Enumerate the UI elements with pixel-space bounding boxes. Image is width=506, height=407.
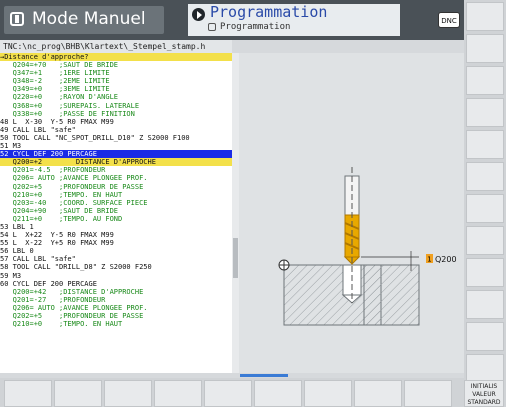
program-line[interactable]: Q368=+0 ;SUREPAIS. LATERALE	[0, 102, 232, 110]
program-line[interactable]: 60 CYCL DEF 200 PERCAGE	[0, 280, 232, 288]
program-line[interactable]: Q204=+70 ;SAUT DE BRIDE	[0, 61, 232, 69]
softkey-bottom-9[interactable]	[404, 380, 452, 407]
program-line[interactable]: Q347=+1 ;1ERE LIMITE	[0, 69, 232, 77]
program-line[interactable]: Q211=+0 ;TEMPO. AU FOND	[0, 215, 232, 223]
softkey-line-1: INITIALIS	[470, 383, 498, 390]
softkey-line-3: STANDARD	[467, 399, 501, 406]
vertical-softkey-bar	[464, 0, 506, 407]
softkey-9[interactable]	[466, 258, 504, 287]
softkey-bottom-8[interactable]	[354, 380, 402, 407]
mode-manual-button[interactable]: Mode Manuel	[4, 6, 164, 34]
play-icon	[192, 8, 205, 21]
drilling-cycle-graphic: 1 Q200	[278, 167, 457, 326]
softkey-2[interactable]	[466, 34, 504, 63]
softkey-bottom-5[interactable]	[204, 380, 252, 407]
dnc-button[interactable]: DNC	[438, 12, 460, 28]
program-line[interactable]: Q202=+5 ;PROFONDEUR DE PASSE	[0, 312, 232, 320]
program-line[interactable]: Q204=+90 ;SAUT DE BRIDE	[0, 207, 232, 215]
softkey-bottom-6[interactable]	[254, 380, 302, 407]
softkey-bottom-3[interactable]	[104, 380, 152, 407]
program-line[interactable]: Q206= AUTO ;AVANCE PLONGEE PROF.	[0, 174, 232, 182]
softkey-5[interactable]	[466, 130, 504, 159]
scrollbar[interactable]	[232, 53, 239, 373]
softkey-11[interactable]	[466, 322, 504, 351]
program-line[interactable]: Q220=+0 ;RAYON D'ANGLE	[0, 93, 232, 101]
softkey-initialize-default[interactable]: INITIALIS VALEUR STANDARD	[464, 380, 504, 407]
program-line[interactable]: 54 L X+22 Y-5 R0 FMAX M99	[0, 231, 232, 239]
horizontal-softkey-bar	[0, 378, 464, 407]
program-line[interactable]: Q200=+42 ;DISTANCE D'APPROCHE	[0, 288, 232, 296]
header-bar: Mode Manuel Programmation Programmation …	[0, 0, 464, 40]
program-line[interactable]: Q206= AUTO ;AVANCE PLONGEE PROF.	[0, 304, 232, 312]
program-line[interactable]: 53 LBL 1	[0, 223, 232, 231]
program-line[interactable]: 55 L X-22 Y+5 R0 FMAX M99	[0, 239, 232, 247]
program-subtitle: Programmation	[220, 22, 291, 32]
q200-label: Q200	[435, 255, 457, 264]
softkey-7[interactable]	[466, 194, 504, 223]
mode-label: Mode Manuel	[32, 9, 146, 29]
program-line[interactable]: Q348=-2 ;2EME LIMITE	[0, 77, 232, 85]
softkey-8[interactable]	[466, 226, 504, 255]
program-line[interactable]: Q201=-4.5 ;PROFONDEUR	[0, 166, 232, 174]
softkey-3[interactable]	[466, 66, 504, 95]
softkey-6[interactable]	[466, 162, 504, 191]
program-line[interactable]: 50 TOOL CALL "NC_SPOT_DRILL_D10" Z S2000…	[0, 134, 232, 142]
softkey-bottom-7[interactable]	[304, 380, 352, 407]
program-editor[interactable]: →Distance d'approche? Q204=+70 ;SAUT DE …	[0, 53, 232, 373]
program-line[interactable]: 56 LBL 0	[0, 247, 232, 255]
program-line[interactable]: 59 M3	[0, 272, 232, 280]
programming-mode-panel[interactable]: Programmation Programmation	[188, 3, 400, 36]
softkey-bottom-4[interactable]	[154, 380, 202, 407]
q200-badge-number: 1	[427, 256, 431, 264]
program-line[interactable]: →Distance d'approche?	[0, 53, 232, 62]
program-line[interactable]: 51 M3	[0, 142, 232, 150]
workpiece-right	[363, 264, 420, 326]
program-line[interactable]: Q203=-40 ;COORD. SURFACE PIECE	[0, 199, 232, 207]
program-line[interactable]: Q338=+0 ;PASSE DE FINITION	[0, 110, 232, 118]
program-line[interactable]: 49 CALL LBL "safe"	[0, 126, 232, 134]
program-line[interactable]: Q210=+0 ;TEMPO. EN HAUT	[0, 191, 232, 199]
scrollbar-thumb[interactable]	[233, 238, 238, 278]
edit-icon	[208, 23, 216, 31]
file-path: TNC:\nc_prog\BHB\Klartext\_Stempel_stamp…	[0, 40, 232, 53]
active-indicator-bar	[240, 374, 288, 377]
machine-mode-icon	[10, 12, 24, 26]
program-line[interactable]: 48 L X-30 Y-5 R0 FMAX M99	[0, 118, 232, 126]
program-line[interactable]: Q201=-27 ;PROFONDEUR	[0, 296, 232, 304]
program-line[interactable]: Q202=+5 ;PROFONDEUR DE PASSE	[0, 183, 232, 191]
program-line[interactable]: Q200=+2 DISTANCE D'APPROCHE	[0, 158, 232, 167]
program-line[interactable]: 58 TOOL CALL "DRILL_D8" Z S2000 F250	[0, 263, 232, 271]
softkey-4[interactable]	[466, 98, 504, 127]
program-title: Programmation	[210, 3, 328, 21]
softkey-bottom-2[interactable]	[54, 380, 102, 407]
softkey-line-2: VALEUR	[472, 391, 496, 398]
softkey-bottom-1[interactable]	[4, 380, 52, 407]
help-graphic: 1 Q200	[239, 53, 464, 373]
program-line[interactable]: Q210=+0 ;TEMPO. EN HAUT	[0, 320, 232, 328]
program-line[interactable]: 52 CYCL DEF 200 PERCAGE	[0, 150, 232, 159]
program-line[interactable]: 57 CALL LBL "safe"	[0, 255, 232, 263]
softkey-12[interactable]	[466, 354, 504, 383]
program-line[interactable]: Q349=+0 ;3EME LIMITE	[0, 85, 232, 93]
softkey-1[interactable]	[466, 2, 504, 31]
softkey-10[interactable]	[466, 290, 504, 319]
